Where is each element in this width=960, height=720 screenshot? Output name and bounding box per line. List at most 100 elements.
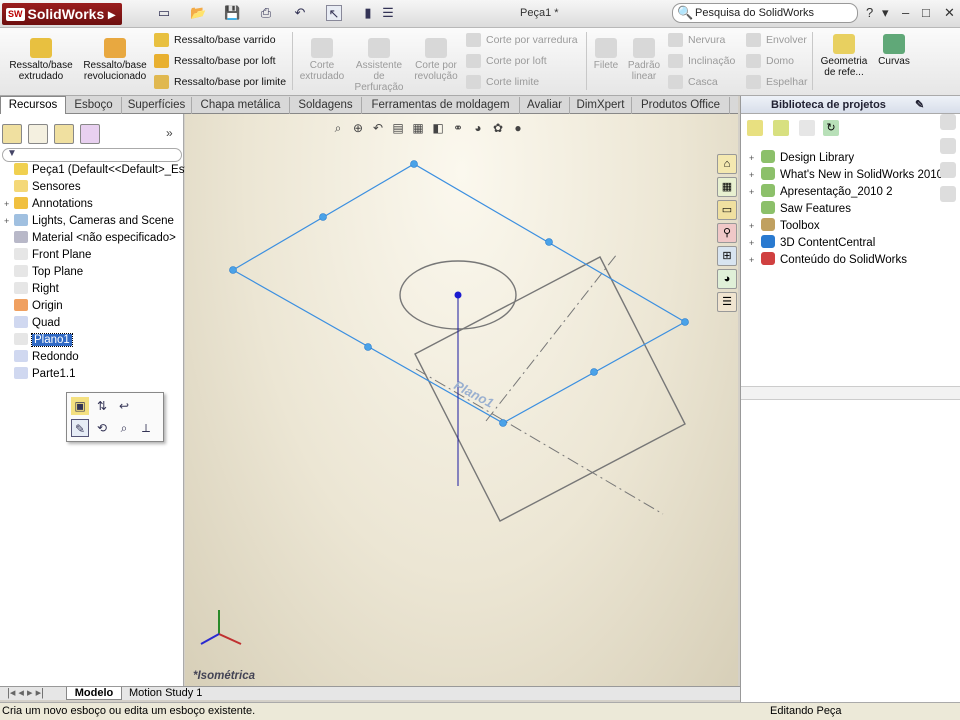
search-input[interactable]: 🔍 Pesquisa do SolidWorks	[672, 3, 858, 23]
zoom-to-selection-icon[interactable]: ⌕	[115, 419, 133, 437]
pin-icon[interactable]: ✎	[915, 96, 924, 114]
help-icon[interactable]: ?	[866, 5, 873, 20]
sketch-icon[interactable]: ✎	[71, 419, 89, 437]
design-library-tab-icon[interactable]: ▦	[717, 177, 737, 197]
reference-geometry-button[interactable]: Geometria de refe...	[816, 32, 872, 78]
tab-dimxpert[interactable]: DimXpert	[570, 97, 632, 114]
reorder-icon[interactable]: ⇅	[93, 397, 111, 415]
solidworks-logo[interactable]: SW SolidWorks ▸	[2, 3, 122, 25]
dock-icon[interactable]	[940, 114, 956, 130]
expand-toggle-icon[interactable]: +	[749, 150, 761, 167]
tab-recursos[interactable]: Recursos	[0, 96, 66, 115]
tab-motion-study[interactable]: Motion Study 1	[124, 687, 214, 700]
print-icon[interactable]: ⎙	[258, 5, 274, 21]
normal-to-icon[interactable]: ⟲	[93, 419, 111, 437]
dimxpert-manager-icon[interactable]	[80, 124, 100, 144]
extruded-boss-button[interactable]: Ressalto/base extrudado	[4, 36, 78, 82]
graphics-area[interactable]: ⌕ ⊕ ↶ ▤ ▦ ◧ ⚭ ◕ ✿ ● Plano1 *Isométrica	[185, 114, 738, 688]
tree-node-material-n-o-especificado[interactable]: Material <não especificado>	[4, 230, 176, 247]
hide-show-icon[interactable]: ⟂	[137, 419, 155, 437]
tab-produtos-office[interactable]: Produtos Office	[632, 97, 730, 114]
rib-button[interactable]: Nervura	[668, 31, 725, 49]
edit-feature-icon[interactable]: ▣	[71, 397, 89, 415]
fillet-button[interactable]: Filete	[590, 36, 622, 71]
select-arrow-icon[interactable]: ↖	[326, 5, 342, 21]
tree-node-plano1[interactable]: Plano1	[4, 332, 73, 349]
view-palette-icon[interactable]: ⊞	[717, 246, 737, 266]
wrap-button[interactable]: Envolver	[746, 31, 807, 49]
library-item[interactable]: + What's New in SolidWorks 2010	[749, 167, 943, 184]
expand-toggle-icon[interactable]: +	[749, 167, 761, 184]
grid-icon[interactable]	[940, 186, 956, 202]
tab-superficies[interactable]: Superfícies	[122, 97, 192, 114]
rebuild-icon[interactable]: ▮	[360, 5, 376, 21]
tree-node-origin[interactable]: Origin	[4, 298, 63, 315]
custom-properties-icon[interactable]: ☰	[717, 292, 737, 312]
options-icon[interactable]: ☰	[380, 5, 396, 21]
boundary-boss-button[interactable]: Ressalto/base por limite	[154, 73, 286, 91]
home-icon[interactable]: ⌂	[717, 154, 737, 174]
lofted-cut-button[interactable]: Corte por loft	[466, 52, 547, 70]
file-explorer-tab-icon[interactable]: ▭	[717, 200, 737, 220]
minimize-icon[interactable]: ‒	[902, 5, 909, 20]
expand-toggle-icon[interactable]: +	[749, 235, 761, 252]
tab-esboco[interactable]: Esboço	[66, 97, 122, 114]
expand-toggle-icon[interactable]: +	[749, 218, 761, 235]
tab-nav-arrows-icon[interactable]: |◂ ◂ ▸ ▸|	[2, 687, 49, 700]
save-icon[interactable]: 💾	[224, 5, 240, 21]
appearances-icon[interactable]: ◕	[717, 269, 737, 289]
sketch-point[interactable]	[454, 291, 462, 299]
tree-node-annotations[interactable]: + Annotations	[4, 196, 93, 213]
tree-node-top-plane[interactable]: Top Plane	[4, 264, 83, 281]
mirror-button[interactable]: Espelhar	[746, 73, 807, 91]
open-folder-icon[interactable]: 📂	[190, 5, 206, 21]
add-file-location-icon[interactable]	[773, 120, 789, 136]
tree-node-sensores[interactable]: Sensores	[4, 179, 81, 196]
expand-toggle-icon[interactable]: +	[749, 252, 761, 269]
library-item[interactable]: +3D ContentCentral	[749, 235, 875, 252]
tree-node-lights-cameras-and-scene[interactable]: + Lights, Cameras and Scene	[4, 213, 174, 230]
expand-panel-icon[interactable]: »	[166, 126, 173, 140]
property-manager-icon[interactable]	[28, 124, 48, 144]
hole-wizard-button[interactable]: Assistente de Perfuração	[350, 36, 408, 93]
restore-icon[interactable]: □	[922, 5, 930, 20]
tab-chapa-metalica[interactable]: Chapa metálica	[192, 97, 290, 114]
curves-button[interactable]: Curvas	[874, 32, 914, 67]
tab-avaliar[interactable]: Avaliar	[520, 97, 570, 114]
tab-ferramentas-de-moldagem[interactable]: Ferramentas de moldagem	[362, 97, 520, 114]
swept-cut-button[interactable]: Corte por varredura	[466, 31, 578, 49]
extruded-cut-button[interactable]: Corte extrudado	[296, 36, 348, 82]
tree-filter-input[interactable]: ▼	[2, 148, 182, 162]
draft-button[interactable]: Inclinação	[668, 52, 735, 70]
linear-pattern-button[interactable]: Padrão linear	[624, 36, 664, 82]
expand-toggle-icon[interactable]: +	[4, 196, 14, 213]
configuration-manager-icon[interactable]	[54, 124, 74, 144]
lofted-boss-button[interactable]: Ressalto/base por loft	[154, 52, 276, 70]
go-to-parent-icon[interactable]: ↩	[115, 397, 133, 415]
shell-button[interactable]: Casca	[668, 73, 718, 91]
tree-node-part[interactable]: Peça1 (Default<<Default>_Estado	[4, 162, 207, 179]
tree-node-front-plane[interactable]: Front Plane	[4, 247, 91, 264]
tab-modelo[interactable]: Modelo	[66, 687, 122, 700]
close-icon[interactable]: ✕	[944, 5, 955, 21]
refresh-icon[interactable]: ↻	[823, 120, 839, 136]
add-to-library-icon[interactable]	[747, 120, 763, 136]
expand-toggle-icon[interactable]: +	[4, 213, 14, 230]
new-document-icon[interactable]: ▭	[156, 5, 172, 21]
boundary-cut-button[interactable]: Corte limite	[466, 73, 539, 91]
help-dropdown-icon[interactable]: ▾	[882, 5, 889, 21]
library-item[interactable]: + Toolbox	[749, 218, 820, 235]
library-item[interactable]: + Design Library	[749, 150, 854, 167]
tree-node-parte1-1[interactable]: Parte1.1	[4, 366, 75, 383]
tree-node-quad[interactable]: Quad	[4, 315, 60, 332]
tree-node-redondo[interactable]: Redondo	[4, 349, 79, 366]
library-item[interactable]: + Conteúdo do SolidWorks	[749, 252, 907, 269]
float-icon[interactable]	[940, 138, 956, 154]
revolved-boss-button[interactable]: Ressalto/base revolucionado	[80, 36, 150, 82]
library-splitter[interactable]	[741, 386, 960, 400]
library-item[interactable]: + Apresentação_2010 2	[749, 184, 893, 201]
undo-icon[interactable]: ↶	[292, 5, 308, 21]
collapse-icon[interactable]	[940, 162, 956, 178]
tab-soldagens[interactable]: Soldagens	[290, 97, 362, 114]
create-folder-icon[interactable]	[799, 120, 815, 136]
